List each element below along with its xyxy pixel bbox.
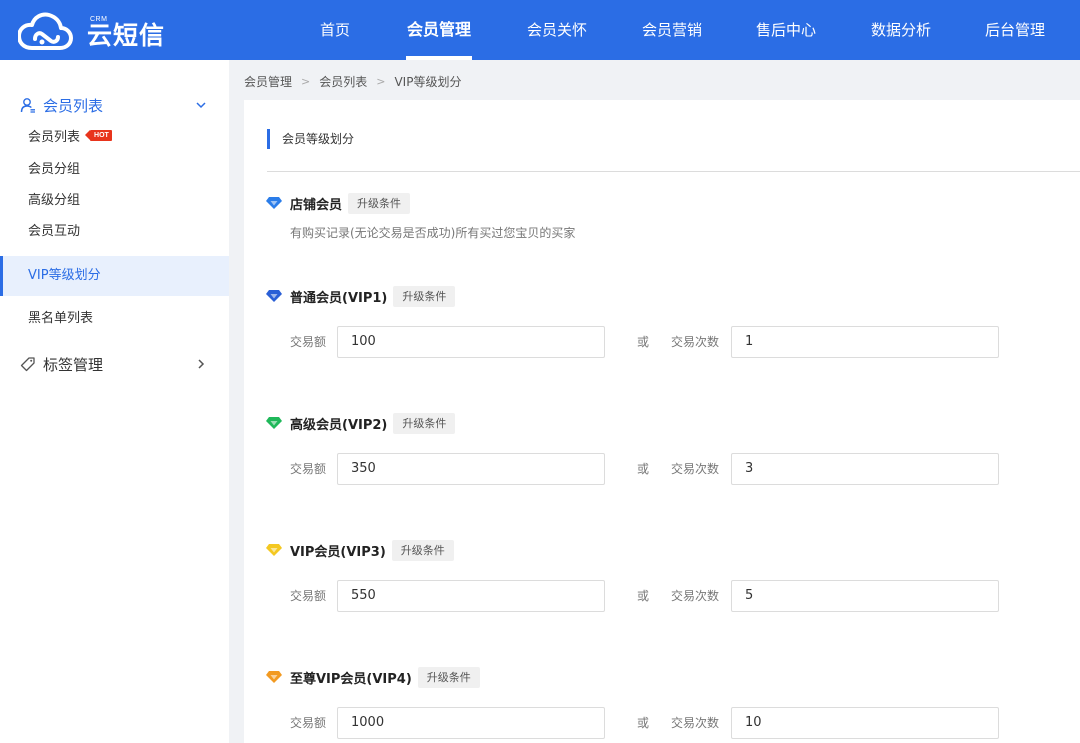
amount-label: 交易额 xyxy=(290,335,327,349)
tier-header: 普通会员(VIP1) 升级条件 xyxy=(266,285,456,307)
nav-after-sales[interactable]: 售后中心 xyxy=(756,0,816,60)
tier-header: 店铺会员 升级条件 xyxy=(266,192,411,214)
amount-label: 交易额 xyxy=(290,716,327,730)
sidebar-item-blacklist[interactable]: 黑名单列表 xyxy=(0,304,229,334)
upgrade-condition-button[interactable]: 升级条件 xyxy=(348,192,411,214)
sidebar-item-member-list[interactable]: 会员列表 HOT xyxy=(0,123,229,153)
sidebar: 会员列表 会员列表 HOT 会员分组 高级分组 会员互动 VIP等级划分 黑名单列… xyxy=(0,60,229,743)
tier-description: 有购买记录(无论交易是否成功)所有买过您宝贝的买家 xyxy=(290,226,576,240)
amount-input[interactable]: 550 xyxy=(337,580,605,612)
breadcrumb-item[interactable]: 会员管理 xyxy=(244,73,292,90)
count-input[interactable]: 5 xyxy=(731,580,999,612)
upgrade-condition-button[interactable]: 升级条件 xyxy=(417,666,480,688)
chevron-right-icon: > xyxy=(301,74,311,88)
tier-fields: 交易额 1000 或 交易次数 10 xyxy=(244,707,1080,739)
diamond-icon xyxy=(266,671,282,683)
divider xyxy=(267,171,1080,172)
vip-levels-panel: 会员等级划分 店铺会员 升级条件 有购买记录(无论交易是否成功)所有买过您宝贝的… xyxy=(244,100,1080,743)
count-label: 交易次数 xyxy=(671,335,720,349)
breadcrumb-current: VIP等级划分 xyxy=(394,74,462,89)
count-input[interactable]: 1 xyxy=(731,326,999,358)
brand-logo[interactable]: CRM 云短信 xyxy=(18,12,165,52)
sidebar-item-advanced-groups[interactable]: 高级分组 xyxy=(0,186,229,216)
or-label: 或 xyxy=(637,335,650,349)
diamond-icon xyxy=(266,544,282,556)
count-label: 交易次数 xyxy=(671,716,720,730)
nav-member-care[interactable]: 会员关怀 xyxy=(527,0,587,60)
chevron-right-icon xyxy=(198,359,205,369)
sidebar-group-tag-management[interactable]: 标签管理 xyxy=(0,349,229,379)
upgrade-condition-button[interactable]: 升级条件 xyxy=(391,539,454,561)
tier-name: 普通会员(VIP1) xyxy=(290,290,388,306)
diamond-icon xyxy=(266,290,282,302)
breadcrumb: 会员管理 > 会员列表 > VIP等级划分 xyxy=(244,72,461,90)
or-label: 或 xyxy=(637,462,650,476)
nav-member-marketing[interactable]: 会员营销 xyxy=(642,0,702,60)
chevron-right-icon: > xyxy=(376,74,386,88)
sidebar-item-vip-levels[interactable]: VIP等级划分 xyxy=(0,256,229,296)
tier-fields: 交易额 550 或 交易次数 5 xyxy=(244,580,1080,612)
chevron-down-icon xyxy=(196,102,206,109)
or-label: 或 xyxy=(637,716,650,730)
user-icon xyxy=(20,98,35,113)
amount-label: 交易额 xyxy=(290,462,327,476)
tier-header: 高级会员(VIP2) 升级条件 xyxy=(266,412,456,434)
tier-fields: 交易额 100 或 交易次数 1 xyxy=(244,326,1080,358)
tier-name: 店铺会员 xyxy=(290,197,343,213)
nav-backend-management[interactable]: 后台管理 xyxy=(985,0,1045,60)
sidebar-group-member-list[interactable]: 会员列表 xyxy=(0,90,229,120)
amount-input[interactable]: 100 xyxy=(337,326,605,358)
sidebar-item-member-interaction[interactable]: 会员互动 xyxy=(0,217,229,247)
sidebar-item-member-groups[interactable]: 会员分组 xyxy=(0,155,229,185)
amount-input[interactable]: 1000 xyxy=(337,707,605,739)
upgrade-condition-button[interactable]: 升级条件 xyxy=(393,285,456,307)
tier-fields: 交易额 350 或 交易次数 3 xyxy=(244,453,1080,485)
count-label: 交易次数 xyxy=(671,462,720,476)
or-label: 或 xyxy=(637,589,650,603)
sidebar-group-label: 会员列表 xyxy=(43,96,104,115)
nav-home[interactable]: 首页 xyxy=(318,0,352,60)
hot-badge: HOT xyxy=(85,130,112,141)
tier-name: VIP会员(VIP3) xyxy=(290,544,386,560)
tier-name: 至尊VIP会员(VIP4) xyxy=(290,671,412,687)
diamond-icon xyxy=(266,197,282,209)
breadcrumb-item[interactable]: 会员列表 xyxy=(319,73,367,90)
tier-header: 至尊VIP会员(VIP4) 升级条件 xyxy=(266,666,480,688)
nav-data-analysis[interactable]: 数据分析 xyxy=(871,0,931,60)
tier-name: 高级会员(VIP2) xyxy=(290,417,388,433)
cloud-logo-icon xyxy=(18,12,73,50)
amount-input[interactable]: 350 xyxy=(337,453,605,485)
diamond-icon xyxy=(266,417,282,429)
sidebar-group-label: 标签管理 xyxy=(43,355,104,374)
tier-header: VIP会员(VIP3) 升级条件 xyxy=(266,539,454,561)
brand-name: 云短信 xyxy=(87,21,166,50)
count-input[interactable]: 10 xyxy=(731,707,999,739)
amount-label: 交易额 xyxy=(290,589,327,603)
upgrade-condition-button[interactable]: 升级条件 xyxy=(393,412,456,434)
tag-icon xyxy=(20,357,35,372)
page-title: 会员等级划分 xyxy=(267,129,354,149)
count-label: 交易次数 xyxy=(671,589,720,603)
count-input[interactable]: 3 xyxy=(731,453,999,485)
top-navbar: CRM 云短信 首页 会员管理 会员关怀 会员营销 售后中心 数据分析 后台管理 xyxy=(0,0,1080,60)
sidebar-item-label: 会员列表 xyxy=(28,130,81,145)
nav-member-management[interactable]: 会员管理 xyxy=(406,0,472,60)
